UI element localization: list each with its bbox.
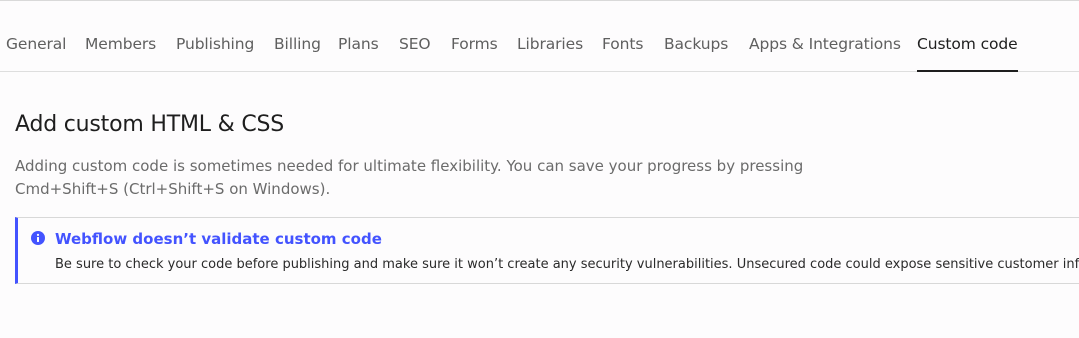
tab-custom-code[interactable]: Custom code bbox=[917, 35, 1018, 53]
site-settings-page: General Members Publishing Billing Plans… bbox=[0, 0, 1079, 338]
validation-warning-notice: Webflow doesn’t validate custom code Be … bbox=[15, 217, 1079, 284]
notice-title: Webflow doesn’t validate custom code bbox=[55, 230, 382, 248]
tab-members[interactable]: Members bbox=[85, 35, 156, 53]
description-line-1: Adding custom code is sometimes needed f… bbox=[15, 157, 804, 175]
tab-seo[interactable]: SEO bbox=[399, 35, 431, 53]
tab-forms[interactable]: Forms bbox=[451, 35, 498, 53]
active-tab-indicator bbox=[917, 70, 1018, 72]
section-description: Adding custom code is sometimes needed f… bbox=[15, 155, 835, 201]
tab-publishing[interactable]: Publishing bbox=[176, 35, 254, 53]
tab-libraries[interactable]: Libraries bbox=[517, 35, 583, 53]
tab-apps-integrations[interactable]: Apps & Integrations bbox=[749, 35, 901, 53]
info-icon bbox=[31, 231, 45, 245]
description-line-2: Cmd+Shift+S (Ctrl+Shift+S on Windows). bbox=[15, 180, 331, 198]
tab-general[interactable]: General bbox=[6, 35, 66, 53]
notice-body: Be sure to check your code before publis… bbox=[55, 257, 1079, 272]
settings-tab-bar: General Members Publishing Billing Plans… bbox=[0, 1, 1079, 72]
section-title: Add custom HTML & CSS bbox=[15, 112, 285, 137]
tab-backups[interactable]: Backups bbox=[664, 35, 728, 53]
tab-plans[interactable]: Plans bbox=[338, 35, 379, 53]
tab-fonts[interactable]: Fonts bbox=[602, 35, 643, 53]
tab-billing[interactable]: Billing bbox=[274, 35, 321, 53]
